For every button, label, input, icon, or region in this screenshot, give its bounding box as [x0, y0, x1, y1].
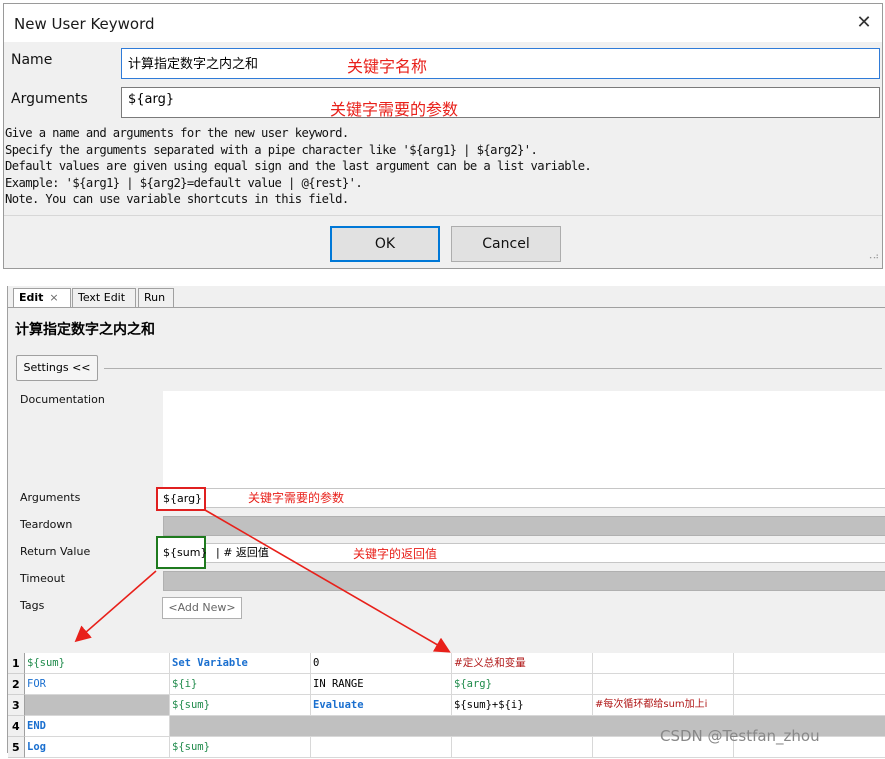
arguments-arrow: [204, 509, 451, 653]
annotation-arrows: [74, 509, 451, 653]
watermark: CSDN @Testfan_zhou: [660, 727, 820, 745]
return-value-arrow: [74, 570, 157, 643]
